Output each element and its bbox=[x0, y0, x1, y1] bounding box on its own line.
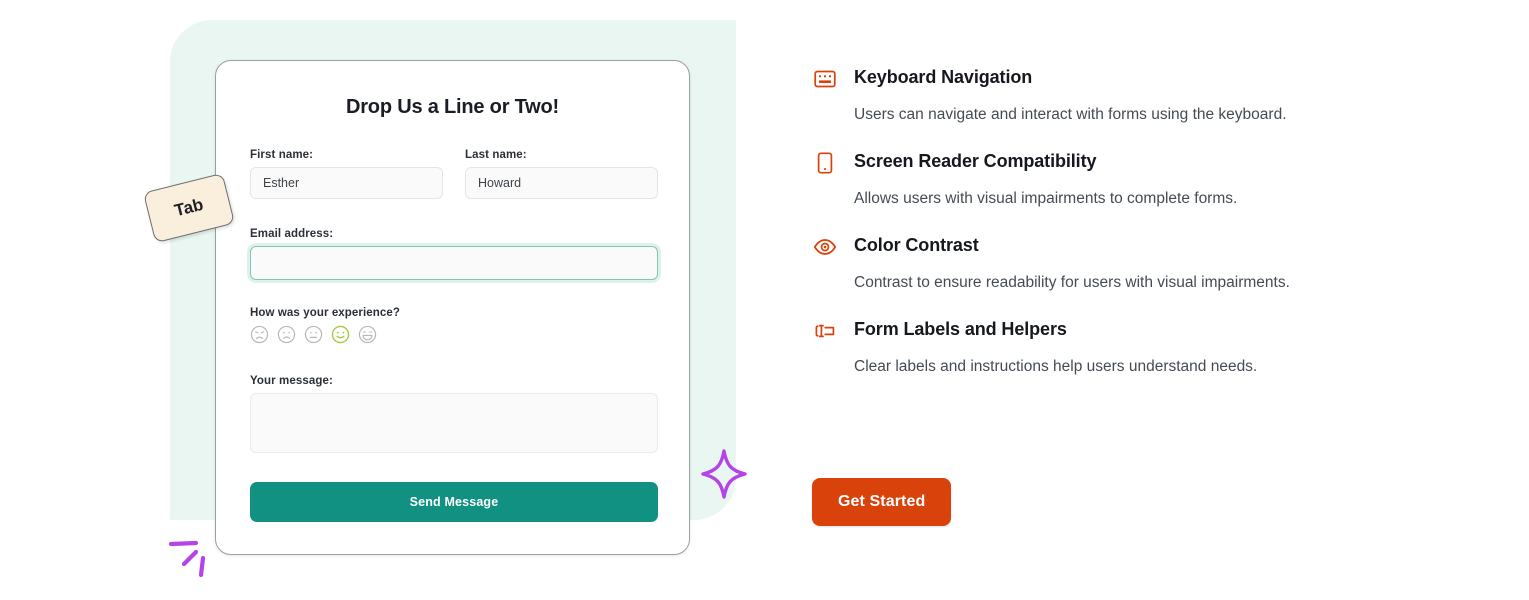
experience-rating-group: How was your experience? bbox=[250, 307, 658, 344]
send-message-button[interactable]: Send Message bbox=[250, 482, 658, 522]
neutral-face-icon[interactable] bbox=[304, 325, 323, 344]
list-item: Color Contrast Contrast to ensure readab… bbox=[812, 234, 1452, 294]
smiling-face-icon[interactable] bbox=[331, 325, 350, 344]
grinning-face-icon[interactable] bbox=[358, 325, 377, 344]
list-item: Form Labels and Helpers Clear labels and… bbox=[812, 318, 1452, 378]
feature-header: Screen Reader Compatibility bbox=[812, 150, 1452, 175]
emoji-rating-row bbox=[250, 325, 658, 344]
email-label: Email address: bbox=[250, 228, 334, 240]
message-textarea[interactable] bbox=[250, 393, 658, 453]
form-label-icon bbox=[812, 318, 838, 343]
email-input[interactable] bbox=[250, 246, 658, 280]
feature-description: Clear labels and instructions help users… bbox=[854, 357, 1258, 375]
eye-icon bbox=[812, 234, 838, 259]
screen-reader-icon bbox=[812, 150, 838, 175]
angry-face-icon[interactable] bbox=[250, 325, 269, 344]
feature-title: Screen Reader Compatibility bbox=[854, 150, 1097, 171]
experience-rating-label: How was your experience? bbox=[250, 307, 401, 319]
page-root: Drop Us a Line or Two! First name: Last … bbox=[0, 0, 1529, 600]
accessibility-feature-list: Keyboard Navigation Users can navigate a… bbox=[812, 66, 1452, 402]
feature-description: Contrast to ensure readability for users… bbox=[854, 273, 1290, 291]
first-name-field-group: First name: bbox=[250, 149, 443, 199]
feature-title: Form Labels and Helpers bbox=[854, 318, 1067, 339]
feature-title: Keyboard Navigation bbox=[854, 67, 1033, 87]
last-name-field-group: Last name: bbox=[465, 149, 658, 199]
name-fields-row: First name: Last name: bbox=[250, 149, 658, 199]
message-field-group: Your message: bbox=[250, 375, 658, 458]
email-field-group: Email address: bbox=[250, 228, 658, 280]
list-item: Keyboard Navigation Users can navigate a… bbox=[812, 66, 1452, 126]
keyboard-icon bbox=[812, 66, 838, 91]
first-name-label: First name: bbox=[250, 149, 314, 161]
feature-title: Color Contrast bbox=[854, 234, 979, 255]
feature-description: Allows users with visual impairments to … bbox=[854, 189, 1238, 207]
sad-face-icon[interactable] bbox=[277, 325, 296, 344]
page-title: Drop Us a Line or Two! bbox=[345, 96, 559, 118]
contact-form-card: Drop Us a Line or Two! First name: Last … bbox=[215, 60, 690, 555]
feature-header: Keyboard Navigation bbox=[812, 66, 1452, 91]
sparkle-icon bbox=[700, 448, 748, 505]
last-name-label: Last name: bbox=[465, 149, 527, 161]
get-started-button[interactable]: Get Started bbox=[812, 478, 952, 526]
decorative-doodle-icon bbox=[168, 538, 226, 591]
list-item: Screen Reader Compatibility Allows users… bbox=[812, 150, 1452, 210]
message-label: Your message: bbox=[250, 375, 333, 387]
feature-description: Users can navigate and interact with for… bbox=[854, 106, 1287, 123]
feature-header: Color Contrast bbox=[812, 234, 1452, 259]
feature-header: Form Labels and Helpers bbox=[812, 318, 1452, 343]
first-name-input[interactable] bbox=[250, 167, 443, 199]
last-name-input[interactable] bbox=[465, 167, 658, 199]
